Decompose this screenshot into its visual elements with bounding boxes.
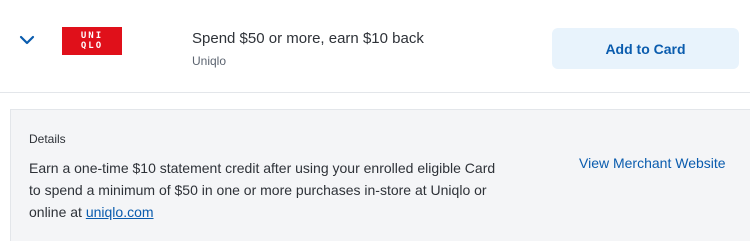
offer-details-panel: Details Earn a one-time $10 statement cr…: [10, 109, 750, 241]
details-heading: Details: [29, 132, 66, 146]
details-description: Earn a one-time $10 statement credit aft…: [29, 157, 509, 223]
merchant-url-link[interactable]: uniqlo.com: [86, 204, 154, 220]
logo-text-line2: QLO: [80, 41, 104, 51]
add-to-card-button[interactable]: Add to Card: [552, 28, 739, 69]
view-merchant-website-link[interactable]: View Merchant Website: [579, 155, 726, 171]
offer-title: Spend $50 or more, earn $10 back: [192, 30, 424, 47]
chevron-down-icon[interactable]: [17, 30, 37, 50]
merchant-logo: UNI QLO: [62, 27, 122, 55]
logo-text-line1: UNI: [80, 31, 104, 41]
offer-merchant-name: Uniqlo: [192, 54, 227, 68]
offer-row: UNI QLO Spend $50 or more, earn $10 back…: [0, 0, 750, 93]
